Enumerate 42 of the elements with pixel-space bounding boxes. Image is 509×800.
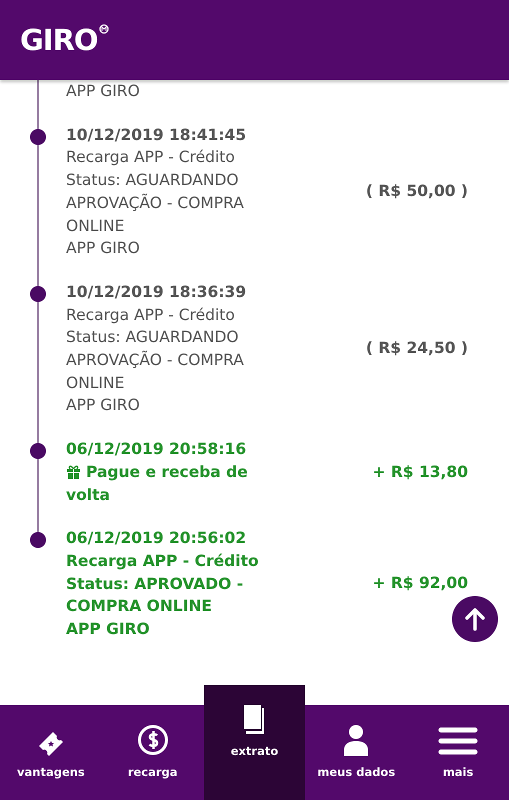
transaction-amount: ( R$ 50,00 ) — [366, 182, 468, 200]
description-line: ONLINE — [66, 372, 124, 394]
timeline-dot — [30, 532, 46, 548]
transaction-date: 10/12/2019 18:36:39 — [66, 282, 246, 303]
description-line: volta — [66, 484, 110, 506]
description-line: Status: APROVADO - — [66, 574, 244, 595]
gift-icon — [66, 465, 81, 480]
description-line: APP GIRO — [66, 238, 140, 260]
description-line: APP GIRO — [66, 81, 140, 102]
nav-tab[interactable]: extrato — [204, 685, 306, 800]
description-line: Recarga APP - Crédito — [66, 550, 259, 572]
description-line: APROVAÇÃO - COMPRA — [66, 350, 244, 372]
transaction-amount: + R$ 13,80 — [372, 462, 468, 481]
description-line: APROVAÇÃO - COMPRA — [66, 192, 244, 214]
description-line: COMPRA ONLINE — [66, 596, 212, 618]
transaction-date: 10/12/2019 18:41:45 — [66, 124, 246, 146]
nav-tab[interactable]: meus dados — [305, 705, 408, 800]
description-line: APP GIRO — [66, 619, 150, 640]
registered-mark-icon — [98, 24, 109, 34]
transaction-date: 06/12/2019 20:58:16 — [66, 439, 246, 460]
description-line: Status: AGUARDANDO — [66, 170, 239, 192]
nav-tab[interactable]: vantagens — [0, 705, 102, 800]
person-icon — [343, 724, 370, 756]
scroll-to-top-button[interactable] — [452, 596, 498, 642]
timeline-dot — [30, 286, 46, 302]
timeline-dot — [30, 443, 46, 460]
timeline-dot — [30, 128, 46, 145]
dollar-coin-icon — [136, 724, 169, 756]
description-line: APP GIRO — [66, 395, 140, 416]
transaction-amount: + R$ 92,00 — [372, 574, 468, 592]
description-line: Status: AGUARDANDO — [66, 327, 239, 348]
description-line: Pague e receba de — [86, 462, 248, 483]
transaction-date: 06/12/2019 20:56:02 — [66, 528, 246, 550]
nav-tab[interactable]: mais — [407, 705, 509, 800]
arrow-up-icon — [464, 607, 486, 631]
description-line: ONLINE — [66, 216, 124, 237]
transaction-amount: ( R$ 24,50 ) — [366, 339, 468, 358]
description-line: Recarga APP - Crédito — [66, 304, 235, 326]
menu-icon — [438, 726, 478, 756]
nav-tab[interactable]: recarga — [102, 705, 204, 800]
logo: GIRO — [20, 26, 98, 54]
description-line: Recarga APP - Crédito — [66, 147, 235, 168]
